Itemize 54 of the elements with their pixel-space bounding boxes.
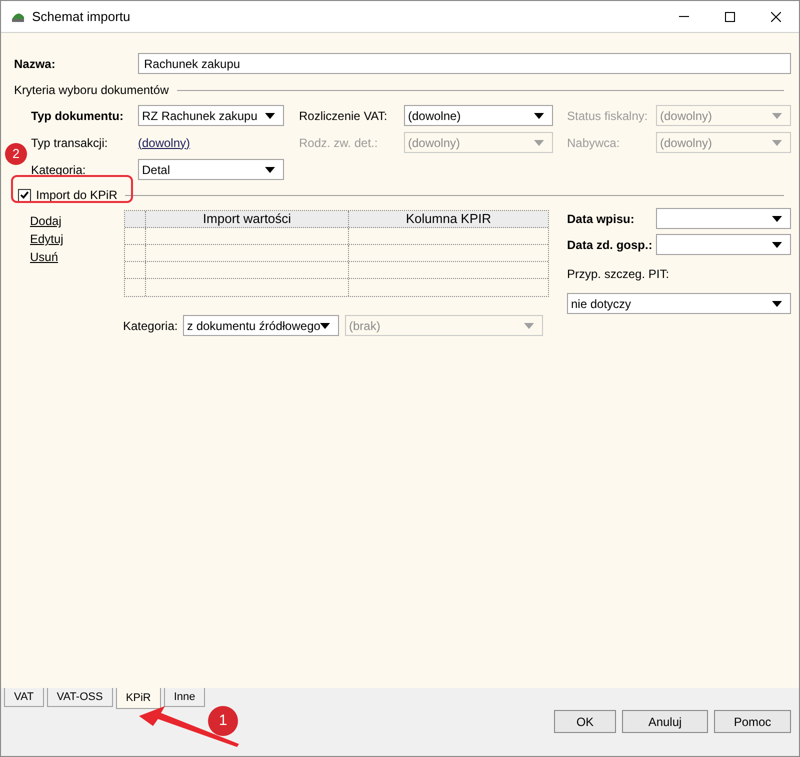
dialog-button[interactable]: OK: [554, 710, 616, 733]
dropdown[interactable]: [656, 234, 791, 255]
dropdown-caret-icon: [772, 140, 782, 146]
field-label: Rodz. zw. det.:: [299, 134, 379, 152]
action-link[interactable]: Edytuj: [30, 231, 64, 247]
dropdown[interactable]: (dowolne): [404, 105, 553, 126]
dropdown-caret-icon: [265, 112, 275, 118]
action-link[interactable]: Usuń: [30, 249, 58, 265]
field-label: Status fiskalny:: [567, 108, 649, 124]
column-header: Kolumna KPIR: [404, 211, 492, 227]
field-label: Kategoria:: [123, 318, 179, 334]
dropdown-caret-icon: [772, 300, 782, 306]
dialog-button[interactable]: Pomoc: [714, 710, 791, 733]
dropdown[interactable]: Detal: [138, 159, 284, 180]
tab[interactable]: KPiR: [116, 688, 161, 709]
tab[interactable]: Inne: [164, 688, 206, 707]
tab[interactable]: VAT: [4, 688, 44, 707]
field-label: Data wpisu:: [567, 210, 636, 228]
dropdown-caret-icon: [772, 242, 782, 248]
dropdown-caret-icon: [772, 216, 782, 222]
dropdown-caret-icon: [772, 112, 782, 118]
value-link[interactable]: (dowolny): [138, 134, 284, 152]
dropdown[interactable]: z dokumentu źródłowego: [183, 315, 339, 336]
close-icon: [771, 12, 781, 22]
field-label: Typ transakcji:: [31, 134, 109, 152]
app-logo-icon: [11, 10, 25, 22]
field-label: Nabywca:: [567, 134, 621, 152]
field-label: Data zd. gosp.:: [567, 236, 654, 254]
field-label: Nazwa:: [14, 56, 56, 72]
field-label: Kategoria:: [31, 162, 87, 178]
field-label: Przyp. szczeg. PIT:: [567, 266, 670, 283]
annotation-marker: 1: [208, 706, 238, 736]
input-field[interactable]: Rachunek zakupu: [138, 53, 791, 74]
maximize-icon: [725, 12, 735, 22]
minimize-icon: [679, 16, 689, 17]
dropdown[interactable]: [656, 208, 791, 229]
window-title: Schemat importu: [32, 8, 130, 26]
checkbox[interactable]: [18, 188, 31, 202]
dropdown[interactable]: RZ Rachunek zakupu: [138, 105, 284, 126]
checkmark-icon: [20, 191, 29, 199]
action-link[interactable]: Dodaj: [30, 213, 62, 229]
group-title: Kryteria wyboru dokumentów: [14, 82, 169, 99]
dropdown-caret-icon: [265, 166, 275, 172]
dropdown-caret-icon: [534, 112, 544, 118]
field-label: Rozliczenie VAT:: [299, 108, 388, 124]
field-label: Typ dokumentu:: [31, 108, 124, 124]
column-header: Import wartości: [146, 211, 349, 227]
dropdown-caret-icon: [534, 140, 544, 146]
dropdown-caret-icon: [320, 322, 330, 328]
dropdown-caret-icon: [524, 322, 534, 328]
tab[interactable]: VAT-OSS: [46, 688, 113, 707]
dropdown[interactable]: nie dotyczy: [567, 293, 791, 314]
dialog-button[interactable]: Anuluj: [622, 710, 708, 733]
checkbox-label: Import do KPiR: [36, 187, 118, 204]
